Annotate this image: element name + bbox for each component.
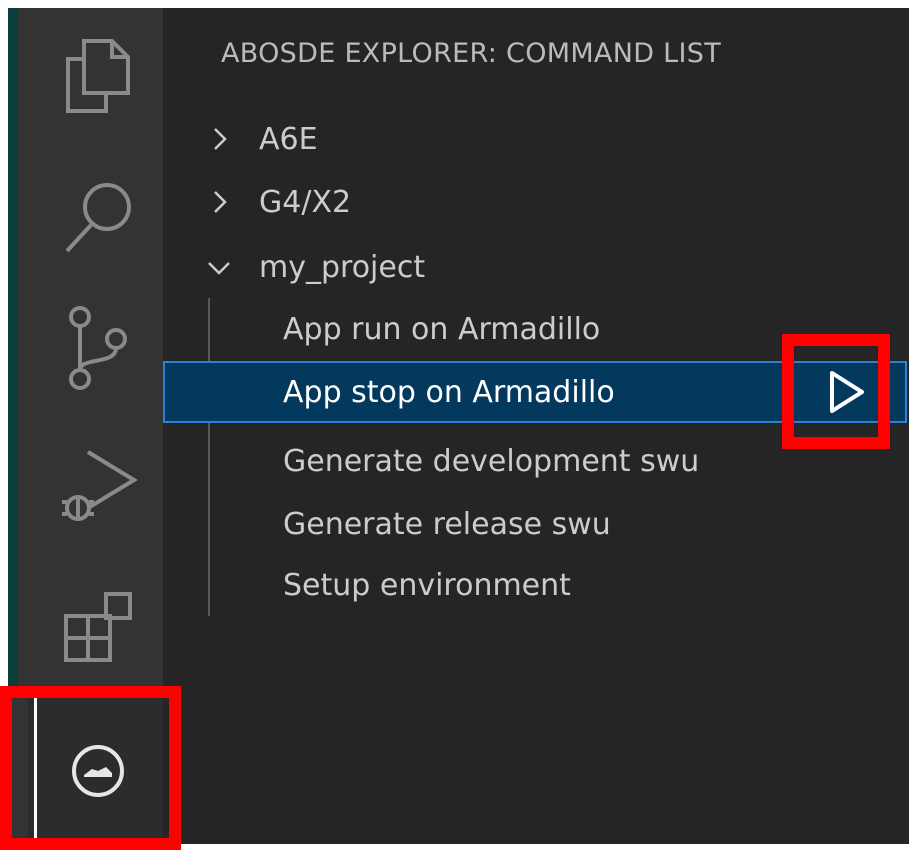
tree-folder-g4-x2[interactable]: G4/X2 (163, 171, 909, 233)
explorer-files-icon[interactable] (28, 16, 168, 136)
sidebar-title: ABOSDE EXPLORER: COMMAND LIST (221, 38, 722, 69)
chevron-down-icon (208, 262, 230, 275)
active-indicator (34, 698, 37, 844)
folder-label: A6E (259, 121, 318, 157)
command-generate-development-swu[interactable]: Generate development swu (163, 430, 909, 492)
extensions-icon[interactable] (28, 568, 168, 688)
folder-label: G4/X2 (259, 184, 352, 220)
command-list-sidebar: ABOSDE EXPLORER: COMMAND LIST A6E G4/X2 … (163, 8, 909, 844)
run-command-button[interactable] (815, 361, 877, 423)
chevron-right-icon (214, 128, 227, 150)
screenshot-frame: ABOSDE EXPLORER: COMMAND LIST A6E G4/X2 … (0, 0, 909, 850)
command-label: Generate development swu (283, 443, 700, 479)
abosde-extension-button[interactable] (28, 698, 168, 844)
folder-label: my_project (259, 249, 426, 285)
command-app-stop[interactable]: App stop on Armadillo (163, 361, 907, 423)
chevron-right-icon (214, 191, 227, 213)
tree-folder-a6e[interactable]: A6E (163, 108, 909, 170)
search-icon[interactable] (28, 158, 168, 278)
run-debug-icon[interactable] (28, 428, 168, 548)
tree-folder-my-project[interactable]: my_project (163, 236, 909, 298)
command-label: Setup environment (283, 567, 571, 603)
command-label: App stop on Armadillo (283, 374, 615, 410)
command-setup-environment[interactable]: Setup environment (163, 554, 909, 616)
source-control-icon[interactable] (28, 288, 168, 408)
command-generate-release-swu[interactable]: Generate release swu (163, 493, 909, 555)
command-app-run[interactable]: App run on Armadillo (163, 298, 909, 360)
activity-bar-edge (8, 8, 18, 698)
command-label: Generate release swu (283, 506, 611, 542)
command-label: App run on Armadillo (283, 311, 601, 347)
activity-bar (8, 8, 168, 844)
play-icon (830, 371, 864, 413)
abosde-extension-icon (72, 745, 124, 797)
